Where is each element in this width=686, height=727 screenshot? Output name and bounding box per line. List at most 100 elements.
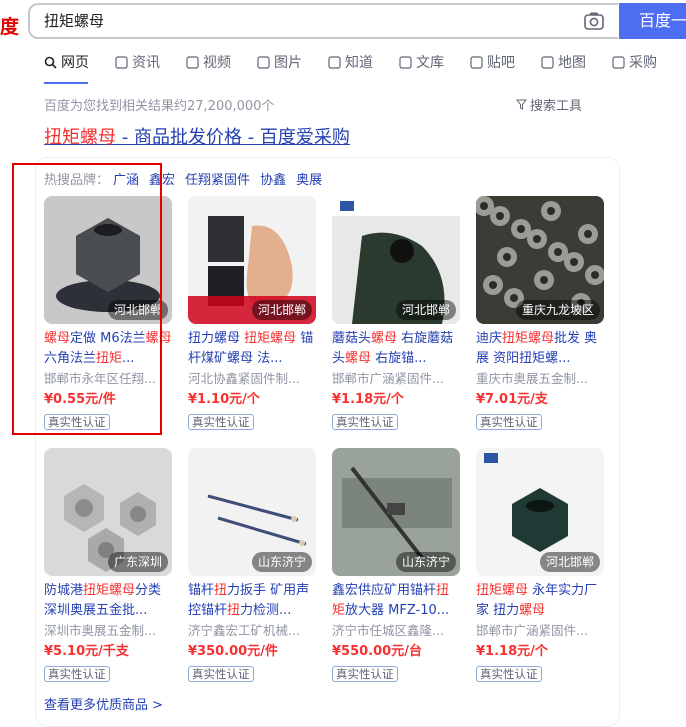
- shop-name[interactable]: 深圳市奥展五金制...: [44, 621, 172, 641]
- result-title-highlight: 扭矩螺母: [44, 127, 116, 148]
- shop-name[interactable]: 邯郸市广涵紧固件...: [332, 369, 460, 389]
- product-thumbnail[interactable]: 重庆九龙坡区: [476, 196, 604, 324]
- search-tools-label: 搜索工具: [530, 99, 583, 114]
- search-input[interactable]: 扭矩螺母: [44, 5, 104, 37]
- product-item[interactable]: 广东深圳 防城港扭矩螺母分类 深圳奥展五金批... 深圳市奥展五金制... ¥5…: [44, 448, 172, 682]
- tab-1[interactable]: 资讯: [115, 52, 160, 72]
- tab-label: 图片: [274, 55, 302, 71]
- tab-2[interactable]: 视频: [186, 52, 231, 72]
- product-name-part: 防城港: [44, 583, 84, 598]
- brand-link[interactable]: 协鑫: [260, 169, 286, 188]
- baidu-logo[interactable]: 度: [0, 12, 19, 39]
- product-name-part: 力检测...: [240, 603, 292, 618]
- filter-icon: [516, 99, 527, 110]
- verified-badge: 真实性认证: [476, 666, 542, 682]
- question-icon: [328, 55, 341, 69]
- product-name-part: 扭: [227, 603, 241, 618]
- tab-5[interactable]: 文库: [399, 52, 444, 72]
- product-item[interactable]: 重庆九龙坡区 迪庆扭矩螺母批发 奥展 资阳扭矩螺... 重庆市奥展五金制... …: [476, 196, 604, 430]
- product-thumbnail[interactable]: 山东济宁: [188, 448, 316, 576]
- tab-4[interactable]: 知道: [328, 52, 373, 72]
- product-name-part: 右旋锚...: [371, 351, 427, 366]
- product-name[interactable]: 防城港扭矩螺母分类 深圳奥展五金批...: [44, 581, 172, 621]
- product-price: ¥1.18元/个: [476, 644, 548, 659]
- product-name-part: 扭: [214, 583, 228, 598]
- shop-name[interactable]: 河北协鑫紧固件制...: [188, 369, 316, 389]
- product-name[interactable]: 锚杆扭力扳手 矿用声控锚杆扭力检测...: [188, 581, 316, 621]
- verified-badge: 真实性认证: [476, 414, 542, 430]
- tab-8[interactable]: 采购: [612, 52, 657, 72]
- product-price: ¥7.01元/支: [476, 392, 548, 407]
- product-thumbnail[interactable]: 河北邯郸: [188, 196, 316, 324]
- product-name-part: 螺母: [345, 351, 372, 366]
- location-tag: 河北邯郸: [395, 300, 456, 320]
- search-icon: [44, 56, 57, 69]
- product-name-part: 鑫宏供应矿用锚杆: [332, 583, 437, 598]
- product-name[interactable]: 迪庆扭矩螺母批发 奥展 资阳扭矩螺...: [476, 329, 604, 369]
- brand-link[interactable]: 任翔紧固件: [185, 169, 250, 188]
- product-name[interactable]: 扭力螺母 扭矩螺母 锚杆煤矿螺母 法...: [188, 329, 316, 369]
- product-item[interactable]: 山东济宁 鑫宏供应矿用锚杆扭矩放大器 MFZ-10... 济宁市任城区鑫隆...…: [332, 448, 460, 682]
- cart-icon: [612, 55, 625, 69]
- annotation-highlight-box: [12, 163, 162, 435]
- tab-3[interactable]: 图片: [257, 52, 302, 72]
- more-products-link[interactable]: 查看更多优质商品 >: [44, 694, 163, 713]
- tab-7[interactable]: 地图: [541, 52, 586, 72]
- tab-6[interactable]: 贴吧: [470, 52, 515, 72]
- verified-badge: 真实性认证: [332, 666, 398, 682]
- product-name-part: 扭矩螺母: [244, 331, 297, 346]
- product-price: ¥5.10元/千支: [44, 644, 129, 659]
- product-name[interactable]: 蘑菇头螺母 右旋蘑菇头螺母 右旋锚...: [332, 329, 460, 369]
- product-item[interactable]: 河北邯郸 蘑菇头螺母 右旋蘑菇头螺母 右旋锚... 邯郸市广涵紧固件... ¥1…: [332, 196, 460, 430]
- shop-name[interactable]: 重庆市奥展五金制...: [476, 369, 604, 389]
- product-thumbnail[interactable]: 广东深圳: [44, 448, 172, 576]
- product-name-part: 矩: [332, 603, 346, 618]
- result-title-link[interactable]: 扭矩螺母 - 商品批发价格 - 百度爱采购: [44, 123, 350, 149]
- tab-label: 视频: [203, 55, 231, 71]
- search-tools-button[interactable]: 搜索工具: [516, 95, 582, 114]
- shop-name[interactable]: 邯郸市广涵紧固件...: [476, 621, 604, 641]
- tab-label: 资讯: [132, 55, 160, 71]
- product-name-part: 锚杆: [188, 583, 215, 598]
- product-name-part: 迪庆: [476, 331, 503, 346]
- location-tag: 河北邯郸: [539, 552, 600, 572]
- tab-label: 网页: [61, 55, 89, 71]
- location-tag: 山东济宁: [395, 552, 456, 572]
- product-name-part: 放大器 MFZ-10...: [345, 603, 450, 618]
- location-tag: 河北邯郸: [251, 300, 312, 320]
- product-thumbnail[interactable]: 河北邯郸: [332, 196, 460, 324]
- news-icon: [115, 55, 128, 69]
- tab-label: 采购: [629, 55, 657, 71]
- shop-name[interactable]: 济宁鑫宏工矿机械...: [188, 621, 316, 641]
- video-icon: [186, 55, 199, 69]
- brand-link[interactable]: 奥展: [296, 169, 322, 188]
- result-count: 百度为您找到相关结果约27,200,000个: [44, 99, 275, 114]
- search-tabs: 网页 资讯 视频 图片 知道 文库 贴吧 地图 采购: [44, 52, 683, 72]
- product-item[interactable]: 山东济宁 锚杆扭力扳手 矿用声控锚杆扭力检测... 济宁鑫宏工矿机械... ¥3…: [188, 448, 316, 682]
- map-icon: [541, 55, 554, 69]
- location-tag: 重庆九龙坡区: [515, 300, 600, 320]
- product-item[interactable]: 河北邯郸 扭力螺母 扭矩螺母 锚杆煤矿螺母 法... 河北协鑫紧固件制... ¥…: [188, 196, 316, 430]
- product-name-part: 螺母: [371, 331, 398, 346]
- search-box[interactable]: 扭矩螺母: [28, 3, 618, 39]
- product-name[interactable]: 扭矩螺母 永年实力厂家 扭力螺母: [476, 581, 604, 621]
- tab-label: 贴吧: [487, 55, 515, 71]
- product-name[interactable]: 鑫宏供应矿用锚杆扭矩放大器 MFZ-10...: [332, 581, 460, 621]
- product-price: ¥1.18元/个: [332, 392, 404, 407]
- product-name-part: 扭矩螺母: [476, 583, 529, 598]
- shop-name[interactable]: 济宁市任城区鑫隆...: [332, 621, 460, 641]
- forum-icon: [470, 55, 483, 69]
- product-name-part: 扭矩螺母: [83, 583, 136, 598]
- product-thumbnail[interactable]: 河北邯郸: [476, 448, 604, 576]
- product-item[interactable]: 河北邯郸 扭矩螺母 永年实力厂家 扭力螺母 邯郸市广涵紧固件... ¥1.18元…: [476, 448, 604, 682]
- tab-label: 知道: [345, 55, 373, 71]
- product-name-part: 扭力螺母: [188, 331, 245, 346]
- tab-0[interactable]: 网页: [44, 52, 89, 72]
- verified-badge: 真实性认证: [188, 666, 254, 682]
- result-title-rest: - 商品批发价格 - 百度爱采购: [116, 127, 350, 148]
- location-tag: 山东济宁: [251, 552, 312, 572]
- search-button[interactable]: 百度一: [619, 3, 686, 39]
- camera-icon[interactable]: [584, 12, 604, 30]
- product-thumbnail[interactable]: 山东济宁: [332, 448, 460, 576]
- product-name-part: 螺母: [519, 603, 546, 618]
